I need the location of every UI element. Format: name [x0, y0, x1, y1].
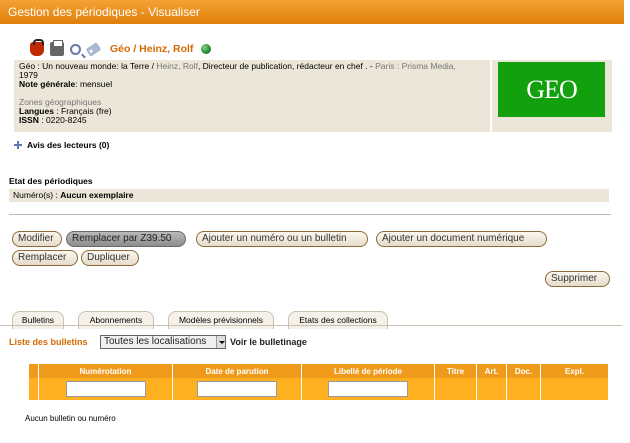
etat-title: Etat des périodiques [9, 176, 93, 186]
tab-modeles[interactable]: Modèles prévisionnels [168, 311, 274, 329]
voir-bulletinage-link[interactable]: Voir le bulletinage [230, 337, 307, 347]
issn: ISSN : 0220-8245 [19, 115, 87, 125]
record-toolbar: Géo / Heinz, Rolf [30, 39, 212, 57]
publisher-link[interactable]: Paris : Prisma Media, [375, 61, 456, 71]
filter-cell [301, 378, 435, 400]
plus-icon[interactable] [14, 141, 22, 149]
dropdown-arrow-icon[interactable] [216, 336, 225, 348]
langues: Langues : Français (fre) [19, 106, 112, 116]
remplacer-button[interactable]: Remplacer [12, 250, 78, 266]
libelle-filter-input[interactable] [328, 381, 408, 397]
location-select[interactable]: Toutes les localisations [100, 335, 226, 349]
etat-numeros: Numéro(s) : Aucun exemplaire [9, 189, 609, 202]
avis-lecteurs[interactable]: Avis des lecteurs (0) [14, 140, 109, 150]
tab-abonnements[interactable]: Abonnements [78, 311, 154, 329]
record-description: Géo : Un nouveau monde: la Terre / Heinz… [19, 61, 456, 71]
col-expl[interactable]: Expl. [540, 364, 608, 378]
col-art[interactable]: Art. [476, 364, 507, 378]
col-numerotation[interactable]: Numérotation [38, 364, 173, 378]
empty-message: Aucun bulletin ou numéro [25, 414, 116, 423]
remplacer-z3950-button[interactable]: Remplacer par Z39.50 [66, 231, 186, 247]
search-icon[interactable] [70, 43, 81, 55]
header-spacer [28, 364, 39, 378]
bulletins-table: Numérotation Date de parution Libellé de… [28, 364, 608, 400]
globe-icon [201, 44, 212, 54]
basket-icon[interactable] [30, 39, 44, 56]
author-link[interactable]: Heinz, Rolf [156, 61, 198, 71]
filter-cell [540, 378, 608, 400]
divider [9, 214, 611, 215]
tab-divider [0, 325, 622, 326]
tab-etats-collections[interactable]: Etats des collections [288, 311, 388, 329]
filter-cell [38, 378, 173, 400]
geo-logo: GEO [498, 62, 605, 117]
ajouter-document-button[interactable]: Ajouter un document numérique [376, 231, 547, 247]
printer-icon[interactable] [50, 40, 64, 56]
avis-label[interactable]: Avis des lecteurs (0) [27, 140, 109, 150]
numerotation-filter-input[interactable] [65, 381, 146, 397]
ajouter-numero-button[interactable]: Ajouter un numéro ou un bulletin [196, 231, 368, 247]
filter-row [28, 378, 608, 400]
filter-cell [476, 378, 507, 400]
liste-bulletins-label: Liste des bulletins [9, 337, 88, 347]
filter-cell [506, 378, 541, 400]
date-filter-input[interactable] [197, 381, 277, 397]
filter-spacer [28, 378, 39, 400]
filter-cell [434, 378, 477, 400]
supprimer-button[interactable]: Supprimer [545, 271, 610, 287]
window-title: Gestion des périodiques - Visualiser [0, 0, 624, 24]
modifier-button[interactable]: Modifier [12, 231, 62, 247]
col-titre[interactable]: Titre [434, 364, 477, 378]
tag-icon[interactable] [85, 41, 102, 57]
col-doc[interactable]: Doc. [506, 364, 541, 378]
note-generale: Note générale: mensuel [19, 79, 113, 89]
col-date-parution[interactable]: Date de parution [172, 364, 302, 378]
record-title[interactable]: Géo / Heinz, Rolf [110, 43, 193, 55]
col-libelle-periode[interactable]: Libellé de période [301, 364, 435, 378]
dupliquer-button[interactable]: Dupliquer [81, 250, 139, 266]
tab-bulletins[interactable]: Bulletins [12, 311, 64, 329]
record-details: Géo : Un nouveau monde: la Terre / Heinz… [14, 60, 490, 132]
table-header-row: Numérotation Date de parution Libellé de… [28, 364, 608, 378]
filter-cell [172, 378, 302, 400]
